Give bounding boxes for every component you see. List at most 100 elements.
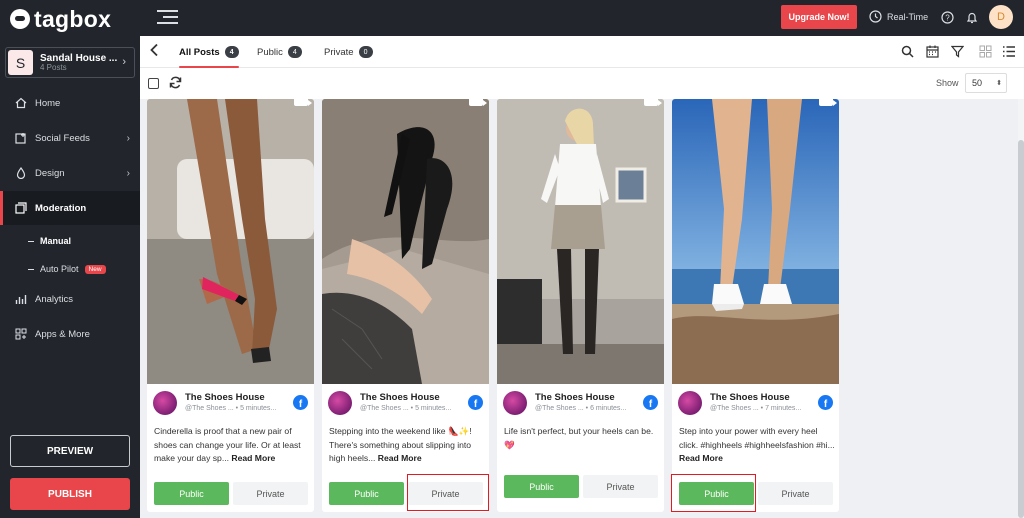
author-name: The Shoes House bbox=[710, 392, 790, 403]
tagbox-logo[interactable]: tagbox bbox=[10, 6, 111, 32]
design-icon bbox=[14, 167, 27, 180]
highlight-private-button-box bbox=[407, 474, 489, 511]
sidebar: tagbox S Sandal House ... 4 Posts › Home… bbox=[0, 0, 140, 518]
video-icon bbox=[644, 99, 662, 106]
read-more-link[interactable]: Read More bbox=[231, 453, 275, 463]
highlight-public-button-box bbox=[671, 474, 756, 512]
sidebar-item-moderation[interactable]: Moderation bbox=[0, 191, 140, 225]
filter-icon[interactable] bbox=[950, 44, 964, 58]
post-image[interactable] bbox=[497, 99, 664, 384]
post-caption: Life isn't perfect, but your heels can b… bbox=[504, 426, 654, 450]
post-card[interactable]: The Shoes House @The Shoes ... • 5 minut… bbox=[322, 99, 489, 512]
moderation-icon bbox=[14, 202, 27, 215]
logo-text: tagbox bbox=[34, 5, 112, 32]
post-image[interactable] bbox=[147, 99, 314, 384]
post-author: The Shoes House @The Shoes ... • 6 minut… bbox=[503, 390, 658, 416]
clock-icon bbox=[869, 10, 882, 23]
sidebar-item-analytics[interactable]: Analytics bbox=[0, 282, 140, 316]
account-name: Sandal House ... bbox=[40, 52, 118, 64]
post-caption: Cinderella is proof that a new pair of s… bbox=[154, 426, 301, 463]
make-public-button[interactable]: Public bbox=[504, 475, 579, 498]
chevron-right-icon: › bbox=[126, 167, 130, 179]
tabs-bar: All Posts 4 Public 4 Private 0 bbox=[140, 36, 1024, 68]
sidebar-item-home[interactable]: Home bbox=[0, 86, 140, 120]
back-arrow-icon[interactable] bbox=[149, 43, 159, 60]
sidebar-item-label: Home bbox=[35, 97, 61, 109]
author-name: The Shoes House bbox=[535, 392, 615, 403]
make-public-button[interactable]: Public bbox=[154, 482, 229, 505]
select-all-checkbox[interactable] bbox=[148, 78, 159, 89]
sidebar-item-label: Analytics bbox=[35, 293, 74, 305]
calendar-icon[interactable] bbox=[925, 44, 939, 58]
post-author: The Shoes House @The Shoes ... • 5 minut… bbox=[328, 390, 483, 416]
sidebar-item-label: Design bbox=[35, 167, 65, 179]
tab-count-badge: 0 bbox=[358, 46, 373, 58]
make-private-button[interactable]: Private bbox=[758, 482, 833, 505]
upgrade-button[interactable]: Upgrade Now! bbox=[781, 5, 857, 29]
read-more-link[interactable]: Read More bbox=[679, 453, 723, 463]
make-private-button[interactable]: Private bbox=[233, 482, 308, 505]
post-author: The Shoes House @The Shoes ... • 7 minut… bbox=[678, 390, 833, 416]
sidebar-subitem-label: Auto Pilot bbox=[40, 264, 79, 274]
real-time-label: Real-Time bbox=[887, 11, 929, 22]
read-more-link[interactable]: Read More bbox=[378, 453, 422, 463]
author-avatar bbox=[328, 391, 352, 415]
account-avatar: S bbox=[8, 50, 33, 75]
author-name: The Shoes House bbox=[185, 392, 265, 403]
account-switcher[interactable]: S Sandal House ... 4 Posts › bbox=[5, 47, 135, 78]
video-icon bbox=[469, 99, 487, 106]
author-handle-time: @The Shoes ... • 7 minutes... bbox=[710, 405, 802, 412]
page-size-value: 50 bbox=[972, 78, 983, 88]
apps-icon bbox=[14, 328, 27, 341]
help-icon[interactable]: ? bbox=[940, 10, 954, 24]
make-public-button[interactable]: Public bbox=[329, 482, 404, 505]
social-feeds-icon bbox=[14, 132, 27, 145]
sidebar-item-apps-more[interactable]: Apps & More bbox=[0, 317, 140, 351]
author-handle-time: @The Shoes ... • 5 minutes... bbox=[360, 405, 452, 412]
scrollbar-thumb[interactable] bbox=[1018, 140, 1024, 518]
author-name: The Shoes House bbox=[360, 392, 440, 403]
sidebar-item-design[interactable]: Design › bbox=[0, 156, 140, 190]
svg-text:?: ? bbox=[945, 13, 950, 22]
video-icon bbox=[819, 99, 837, 106]
search-icon[interactable] bbox=[900, 44, 914, 58]
sidebar-item-label: Apps & More bbox=[35, 328, 90, 340]
analytics-icon bbox=[14, 293, 27, 306]
post-caption: Step into your power with every heel cli… bbox=[679, 426, 835, 463]
toolbar: Show 50 ⬍ bbox=[140, 68, 1024, 99]
chevron-right-icon: › bbox=[122, 56, 126, 68]
video-icon bbox=[294, 99, 312, 106]
make-private-button[interactable]: Private bbox=[583, 475, 658, 498]
refresh-icon[interactable] bbox=[169, 76, 182, 92]
author-handle-time: @The Shoes ... • 5 minutes... bbox=[185, 405, 277, 412]
post-image[interactable] bbox=[672, 99, 839, 384]
tagbox-logo-icon bbox=[10, 9, 30, 29]
publish-button[interactable]: PUBLISH bbox=[10, 478, 130, 510]
facebook-icon: f bbox=[818, 395, 833, 410]
post-image[interactable] bbox=[322, 99, 489, 384]
page-size-select[interactable]: 50 ⬍ bbox=[965, 73, 1007, 93]
grid-view-icon[interactable] bbox=[978, 44, 992, 58]
post-caption: Stepping into the weekend like 👠✨! There… bbox=[329, 426, 472, 463]
chevron-updown-icon: ⬍ bbox=[996, 80, 1002, 87]
real-time-button[interactable]: Real-Time bbox=[869, 10, 928, 23]
tab-all-posts[interactable]: All Posts 4 bbox=[179, 36, 239, 68]
preview-button[interactable]: PREVIEW bbox=[10, 435, 130, 467]
sidebar-item-label: Social Feeds bbox=[35, 132, 90, 144]
sidebar-item-label: Moderation bbox=[35, 202, 87, 214]
tab-private[interactable]: Private 0 bbox=[324, 36, 373, 68]
chevron-right-icon: › bbox=[126, 132, 130, 144]
bell-icon[interactable] bbox=[965, 10, 979, 24]
post-card[interactable]: The Shoes House @The Shoes ... • 7 minut… bbox=[672, 99, 839, 512]
tab-public[interactable]: Public 4 bbox=[257, 36, 302, 68]
list-view-icon[interactable] bbox=[1002, 44, 1016, 58]
sidebar-subitem-manual[interactable]: Manual bbox=[28, 236, 71, 246]
user-avatar[interactable]: D bbox=[989, 5, 1013, 29]
menu-toggle-icon[interactable] bbox=[157, 10, 178, 24]
post-card[interactable]: The Shoes House @The Shoes ... • 6 minut… bbox=[497, 99, 664, 512]
tab-count-badge: 4 bbox=[224, 46, 239, 58]
sidebar-item-social-feeds[interactable]: Social Feeds › bbox=[0, 121, 140, 155]
post-card[interactable]: The Shoes House @The Shoes ... • 5 minut… bbox=[147, 99, 314, 512]
top-bar: Upgrade Now! Real-Time ? D bbox=[140, 0, 1024, 36]
sidebar-subitem-auto-pilot[interactable]: Auto Pilot New bbox=[28, 264, 106, 274]
